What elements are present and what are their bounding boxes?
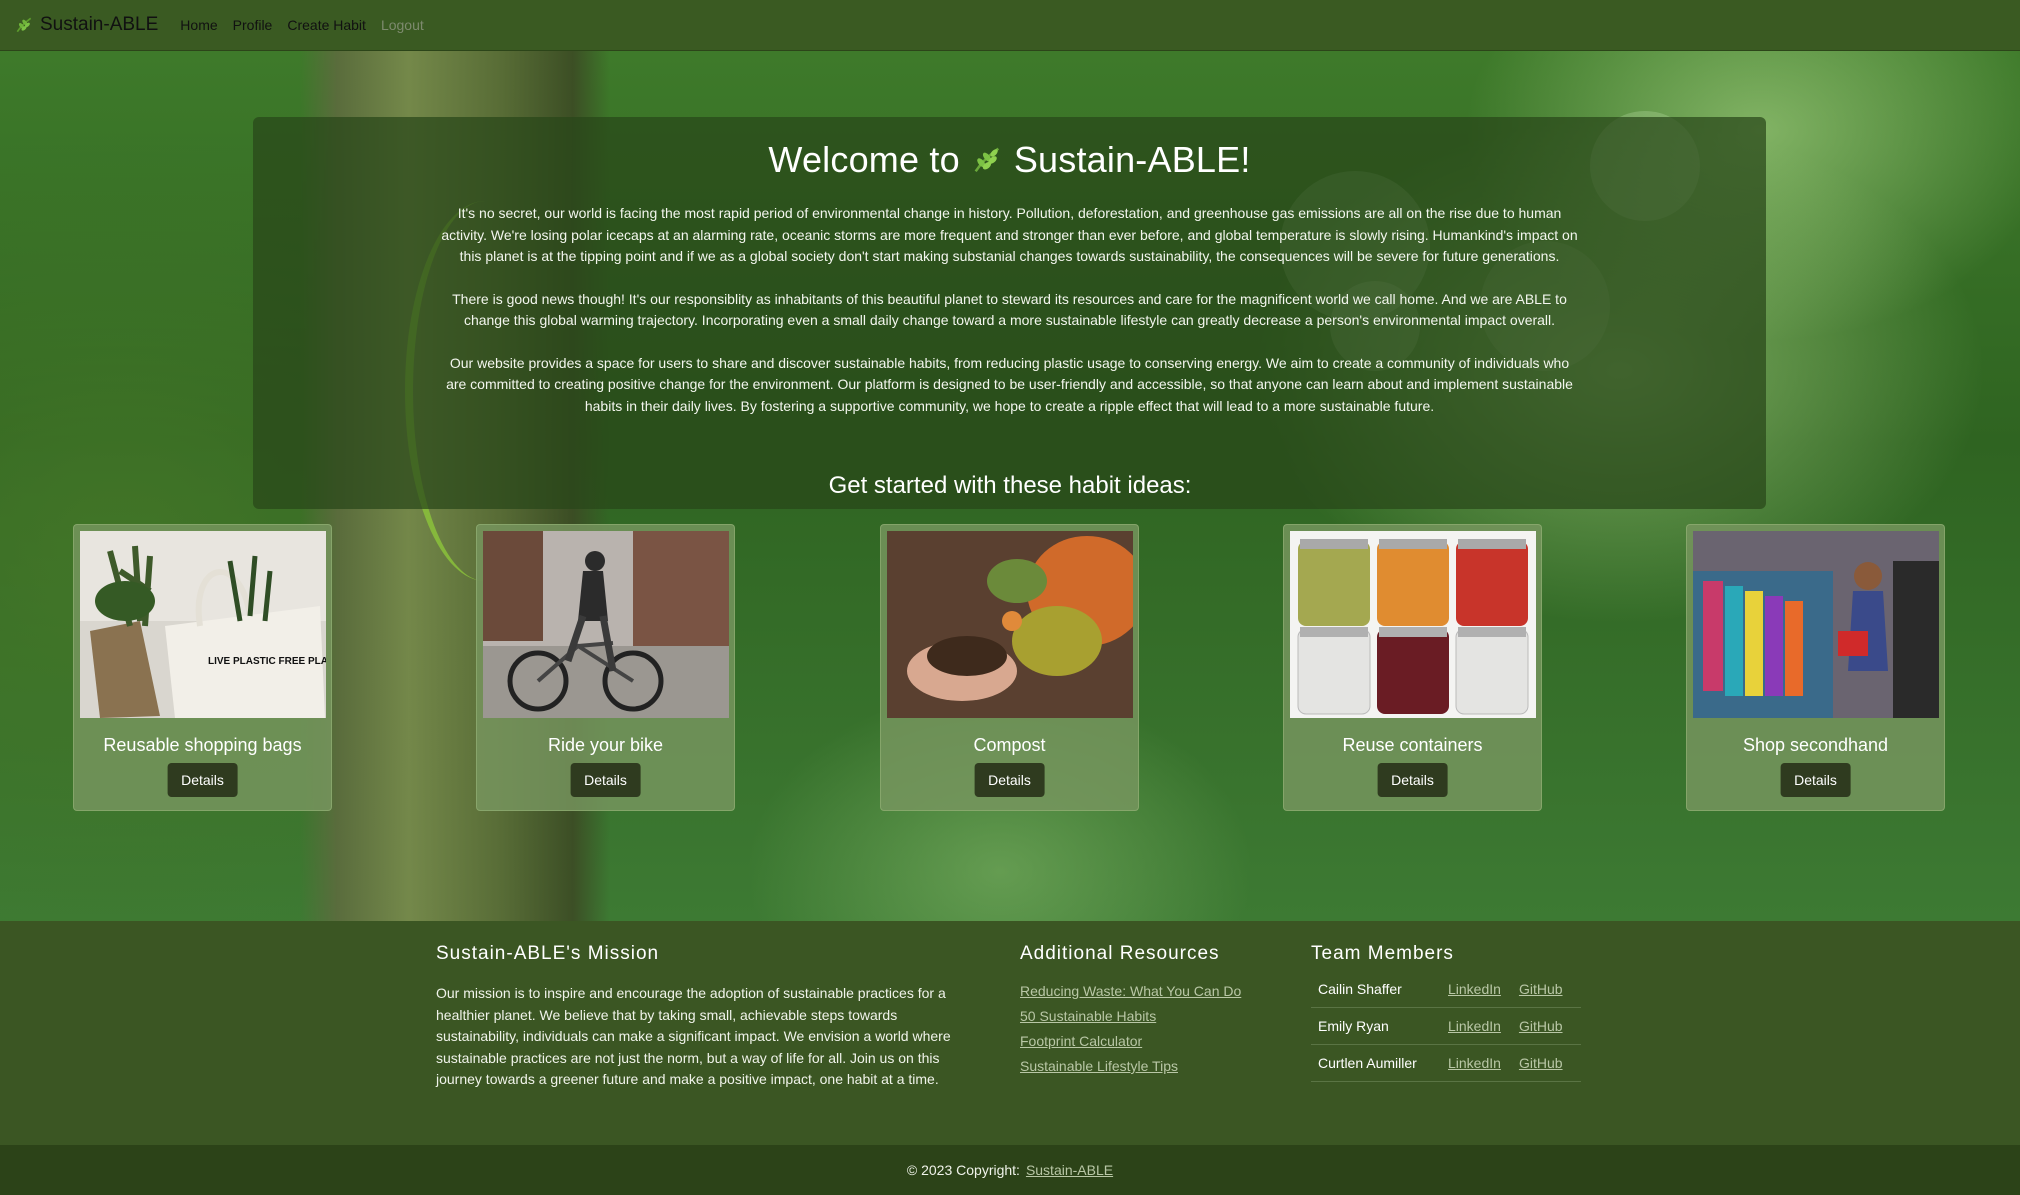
github-link[interactable]: GitHub <box>1519 981 1563 997</box>
team-member-row: Curtlen Aumiller LinkedIn GitHub <box>1311 1045 1581 1082</box>
intro-paragraph-3: Our website provides a space for users t… <box>446 354 1573 414</box>
mission-section: Sustain-ABLE's Mission Our mission is to… <box>436 943 981 1091</box>
habit-card-compost: Compost Details <box>880 524 1139 811</box>
copyright-link[interactable]: Sustain-ABLE <box>1026 1162 1113 1178</box>
nav-profile[interactable]: Profile <box>233 17 273 33</box>
nav-logout[interactable]: Logout <box>381 17 424 33</box>
details-button[interactable]: Details <box>1780 763 1851 797</box>
intro-panel: Welcome to Sustain-ABLE! It's no secret,… <box>253 117 1766 509</box>
copyright-text: © 2023 Copyright: <box>906 1162 1020 1178</box>
title-suffix: Sustain-ABLE! <box>1013 139 1251 180</box>
details-button[interactable]: Details <box>1377 763 1448 797</box>
mission-text: Our mission is to inspire and encourage … <box>436 985 951 1087</box>
jars-image <box>1290 531 1536 718</box>
team-title: Team Members <box>1311 943 1454 964</box>
compost-image <box>887 531 1133 718</box>
bag-print: LIVE PLASTIC FREE PLASTIC IS POISON PLAS… <box>208 656 326 667</box>
linkedin-link[interactable]: LinkedIn <box>1448 981 1501 997</box>
habit-card-reusable-bags: LIVE PLASTIC FREE PLASTIC IS POISON PLAS… <box>73 524 332 811</box>
github-link[interactable]: GitHub <box>1519 1055 1563 1071</box>
habit-title: Compost <box>973 735 1046 755</box>
intro-paragraph-1: It's no secret, our world is facing the … <box>441 205 1578 264</box>
resource-link[interactable]: Sustainable Lifestyle Tips <box>1020 1058 1280 1075</box>
linkedin-link[interactable]: LinkedIn <box>1448 1055 1501 1071</box>
brand[interactable]: Sustain-ABLE <box>14 14 158 36</box>
resource-link[interactable]: 50 Sustainable Habits <box>1020 1008 1280 1025</box>
habit-title: Reuse containers <box>1342 735 1483 755</box>
resources-section: Additional Resources Reducing Waste: Wha… <box>1020 943 1280 1083</box>
nav-home[interactable]: Home <box>180 17 217 33</box>
title-prefix: Welcome to <box>768 139 960 180</box>
details-button[interactable]: Details <box>570 763 641 797</box>
team-member-name: Curtlen Aumiller <box>1318 1055 1417 1071</box>
team-member-row: Cailin Shaffer LinkedIn GitHub <box>1311 971 1581 1008</box>
reusable-bags-image: LIVE PLASTIC FREE PLASTIC IS POISON PLAS… <box>80 531 326 718</box>
navbar: Sustain-ABLE Home Profile Create Habit L… <box>0 0 2020 51</box>
github-link[interactable]: GitHub <box>1519 1018 1563 1034</box>
thrift-store-image <box>1693 531 1939 718</box>
leaf-icon <box>16 17 32 33</box>
hero-background: Welcome to Sustain-ABLE! It's no secret,… <box>0 51 2020 921</box>
resource-link[interactable]: Footprint Calculator <box>1020 1033 1280 1050</box>
resources-title: Additional Resources <box>1020 943 1220 964</box>
leaf-icon <box>974 147 999 173</box>
nav-create-habit[interactable]: Create Habit <box>287 17 366 33</box>
linkedin-link[interactable]: LinkedIn <box>1448 1018 1501 1034</box>
team-member-name: Cailin Shaffer <box>1318 981 1402 997</box>
habit-title: Ride your bike <box>547 735 664 755</box>
footer: Sustain-ABLE's Mission Our mission is to… <box>0 921 2020 1145</box>
brand-name: Sustain-ABLE <box>40 14 159 35</box>
habit-card-reuse-containers: Reuse containers Details <box>1283 524 1542 811</box>
team-member-name: Emily Ryan <box>1318 1018 1389 1034</box>
habit-card-ride-bike: Ride your bike Details <box>476 524 735 811</box>
intro-paragraph-2: There is good news though! It's our resp… <box>452 290 1567 329</box>
team-section: Team Members Cailin Shaffer LinkedIn Git… <box>1311 943 1581 1082</box>
details-button[interactable]: Details <box>167 763 238 797</box>
details-button[interactable]: Details <box>974 763 1045 797</box>
copyright-bar: © 2023 Copyright: Sustain-ABLE <box>0 1145 2020 1195</box>
team-member-row: Emily Ryan LinkedIn GitHub <box>1311 1008 1581 1045</box>
habit-title: Reusable shopping bags <box>103 735 302 755</box>
mission-title: Sustain-ABLE's Mission <box>436 943 660 964</box>
habits-section-title: Get started with these habit ideas: <box>828 472 1192 499</box>
page-title: Welcome to Sustain-ABLE! <box>438 139 1581 181</box>
bike-image <box>483 531 729 718</box>
habit-title: Shop secondhand <box>1742 735 1889 755</box>
habit-card-shop-secondhand: Shop secondhand Details <box>1686 524 1945 811</box>
resource-link[interactable]: Reducing Waste: What You Can Do <box>1020 983 1280 1000</box>
